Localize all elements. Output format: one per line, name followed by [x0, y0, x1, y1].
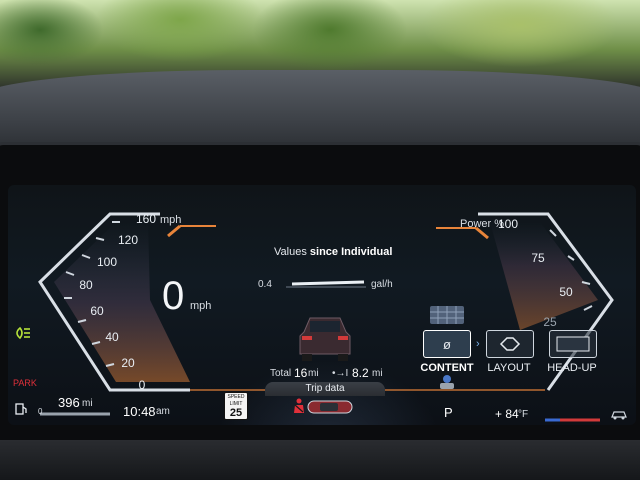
layout-chevrons-icon [499, 337, 521, 351]
speed-tick-80: 80 [79, 278, 93, 292]
speed-limit-caption-1: SPEED [227, 394, 245, 400]
seatbelt-warning-icon [294, 398, 304, 413]
consumption-min: 0.4 [258, 279, 272, 290]
temperature-unit: °F [518, 409, 529, 420]
content-label[interactable]: CONTENT [420, 362, 473, 374]
speed-tick-0: 0 [138, 378, 146, 392]
layout-label[interactable]: LAYOUT [487, 362, 530, 374]
current-speed: 0 [162, 274, 185, 318]
total-label: Total [270, 368, 292, 379]
fuel-gauge-min: 0 [38, 407, 43, 416]
gear-indicator: P [444, 405, 453, 420]
vehicle-settings-icon [440, 375, 454, 389]
speed-tick-20: 20 [121, 356, 135, 370]
power-gauge-band [490, 222, 598, 330]
power-tick-100: 100 [497, 217, 519, 231]
chevron-right-icon: › [476, 338, 480, 350]
layout-tile[interactable] [486, 330, 534, 358]
current-speed-unit: mph [190, 300, 212, 312]
outside-temperature: + 84 [495, 407, 519, 421]
grid-icon [430, 306, 464, 324]
speed-tick-40: 40 [105, 330, 119, 344]
fuel-pump-icon [15, 403, 27, 415]
vehicle-rear-icon [299, 317, 351, 361]
values-mode: since Individual [309, 246, 393, 258]
dashboard-scene: 160 mph 120 100 80 60 40 20 0 0 mph Valu… [0, 0, 640, 480]
clock: 10:48 [123, 404, 156, 419]
speed-tick-100: 100 [96, 255, 118, 269]
trip-unit: mi [372, 368, 383, 379]
vehicle-status-icon [611, 411, 627, 420]
power-tick-75: 75 [531, 251, 545, 265]
power-tick-50: 50 [559, 285, 573, 299]
speed-tick-120: 120 [117, 233, 139, 247]
content-glyph-icon: ø [443, 336, 451, 352]
headlight-indicator-icon [16, 326, 30, 340]
head-up-tile[interactable] [549, 330, 597, 358]
content-tile[interactable]: ø [423, 330, 471, 358]
range-unit: mi [82, 398, 93, 409]
trip-data-tab[interactable]: Trip data [265, 382, 385, 396]
head-up-display-icon [556, 336, 590, 352]
trip-value: 8.2 [352, 366, 369, 380]
park-indicator: PARK [13, 378, 37, 388]
head-up-label[interactable]: HEAD-UP [547, 362, 597, 374]
car-topview-icon [307, 400, 353, 414]
speed-tick-60: 60 [90, 304, 104, 318]
total-unit: mi [308, 368, 319, 379]
consumption-bar [291, 280, 365, 286]
trip-arrow-icon: •→I [332, 368, 349, 379]
total-value: 16 [294, 366, 308, 380]
speed-limit-value: 25 [229, 407, 243, 419]
values-prefix: Values [274, 246, 307, 258]
speed-tick-160: 160 [135, 212, 157, 226]
range-value: 396 [58, 395, 80, 410]
clock-ampm: am [156, 406, 170, 417]
speed-limit-sign: SPEED LIMIT 25 [224, 392, 248, 420]
power-tick-25: 25 [543, 315, 557, 329]
speed-top-unit: mph [160, 214, 182, 226]
values-header: Values since Individual [274, 247, 392, 258]
consumption-unit: gal/h [371, 279, 393, 290]
